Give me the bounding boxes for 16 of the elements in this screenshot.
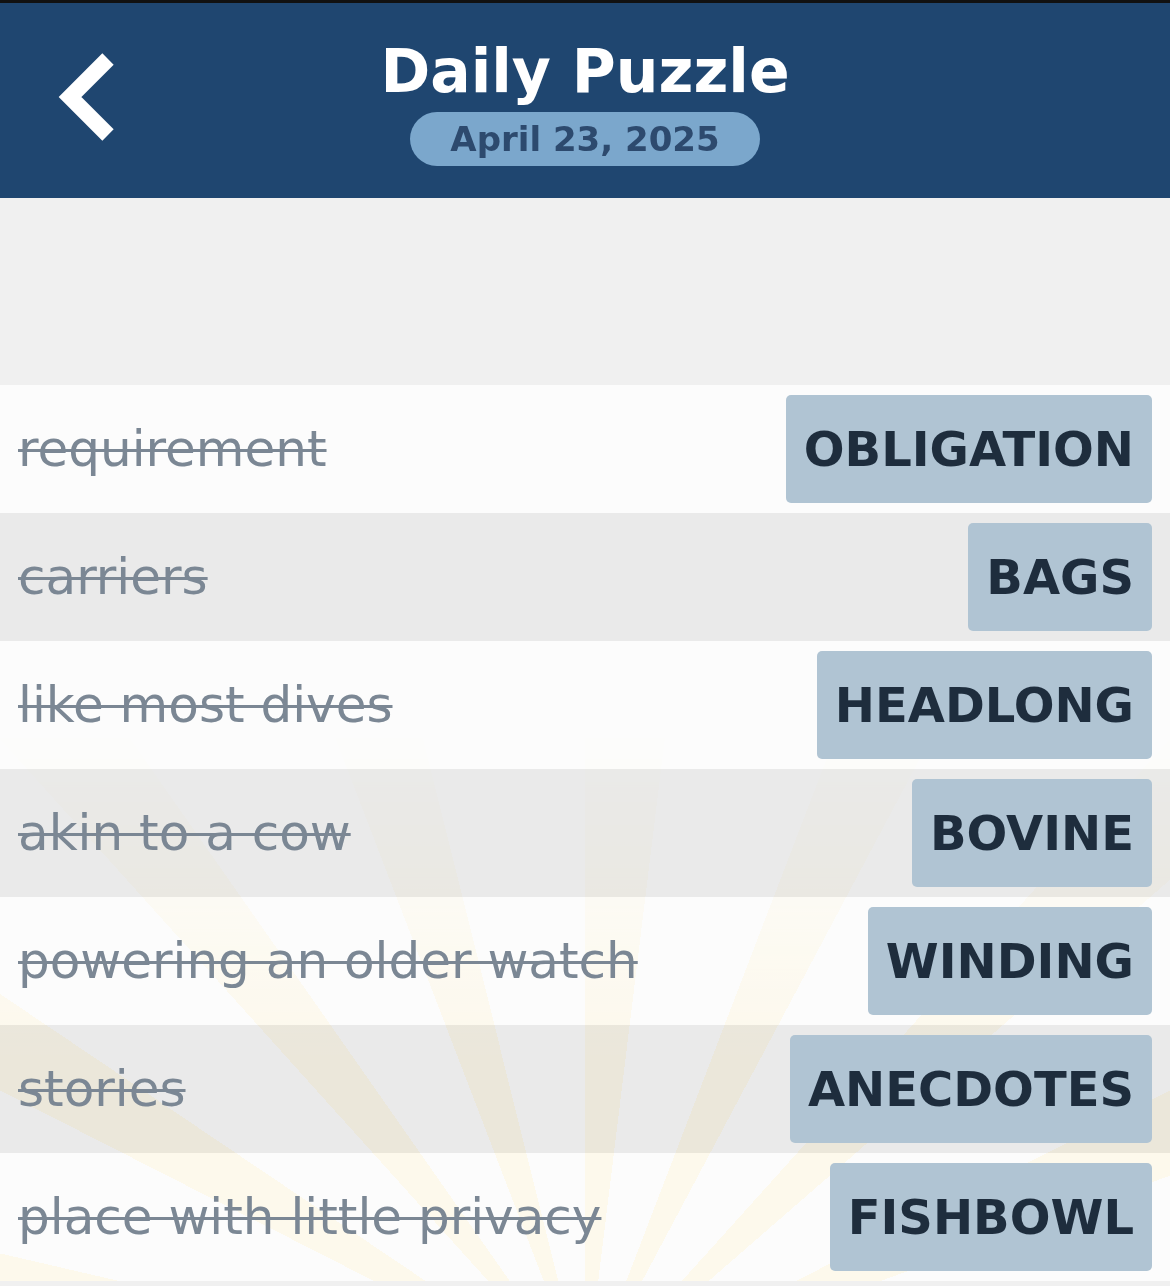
answer-tile[interactable]: BOVINE [911, 779, 1152, 887]
answer-tile[interactable]: ANECDOTES [789, 1035, 1152, 1143]
clue-text: akin to a cow [18, 804, 351, 862]
clue-text: requirement [18, 420, 327, 478]
answer-tile[interactable]: OBLIGATION [785, 395, 1152, 503]
clue-text: stories [18, 1060, 186, 1118]
date-pill: April 23, 2025 [410, 111, 760, 166]
clue-text: powering an older watch [18, 932, 638, 990]
clue-text: place with little privacy [18, 1188, 602, 1246]
page-title: Daily Puzzle [380, 35, 790, 106]
clue-text: carriers [18, 548, 208, 606]
answer-tile[interactable]: WINDING [867, 907, 1152, 1015]
clue-text: like most dives [18, 676, 393, 734]
answer-tile[interactable]: BAGS [968, 523, 1152, 631]
answer-tile[interactable]: HEADLONG [816, 651, 1152, 759]
answer-tile[interactable]: FISHBOWL [829, 1163, 1152, 1271]
